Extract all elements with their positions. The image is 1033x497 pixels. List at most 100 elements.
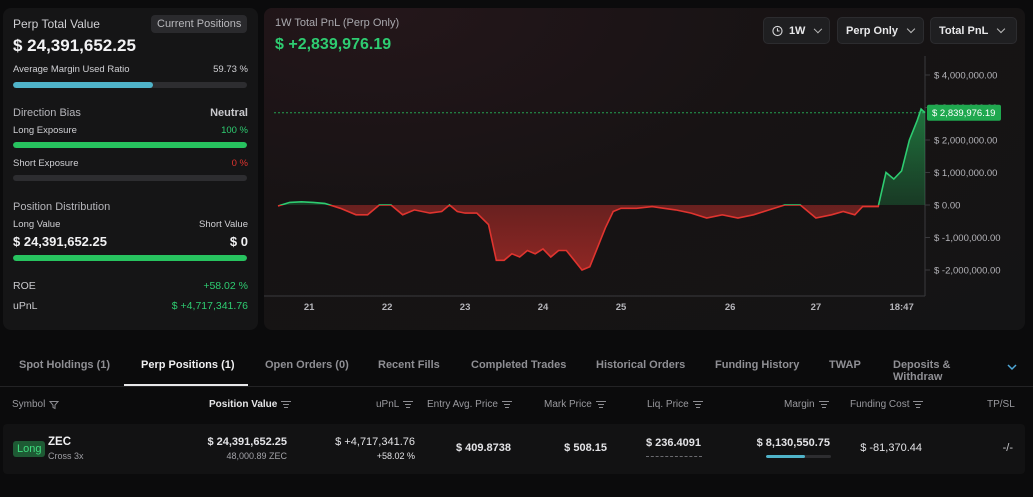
summary-panel: Perp Total Value Current Positions $ 24,… — [3, 8, 258, 330]
short-exposure-bar — [13, 175, 247, 181]
col-tpsl-label: TP/SL — [987, 399, 1015, 410]
pnl-area-negative — [278, 205, 925, 270]
tab-spot-holdings[interactable]: Spot Holdings (1) — [19, 359, 110, 371]
pnl-area-positive — [278, 109, 925, 205]
x-tick-label: 21 — [304, 302, 315, 313]
x-tick-label: 26 — [725, 302, 736, 313]
tab-open-orders[interactable]: Open Orders (0) — [265, 359, 349, 371]
margin-ratio-bar — [13, 82, 247, 88]
tpsl-value[interactable]: -/- — [1003, 442, 1013, 454]
y-tick-label: $ 0.00 — [934, 201, 960, 212]
tab-completed-trades[interactable]: Completed Trades — [471, 359, 566, 371]
margin-bar-fill — [766, 455, 805, 458]
y-tick-label: $ 4,000,000.00 — [934, 71, 997, 82]
row-upnl: $ +4,717,341.76 — [335, 436, 415, 448]
long-value: $ 24,391,652.25 — [13, 234, 107, 249]
y-tick-label: $ -2,000,000.00 — [934, 266, 1001, 277]
x-tick-label: 23 — [460, 302, 471, 313]
position-distribution-bar — [13, 255, 247, 261]
sort-icon — [281, 401, 292, 409]
pnl-line-positive — [278, 107, 926, 205]
entry-price: $ 409.8738 — [455, 442, 511, 454]
short-exposure-label: Short Exposure — [13, 158, 79, 169]
long-distribution-fill — [13, 255, 247, 261]
tab-perp-positions[interactable]: Perp Positions (1) — [141, 359, 235, 371]
side-badge: Long — [13, 441, 46, 457]
col-liq-price[interactable]: Liq. Price — [647, 399, 703, 410]
long-exposure-label: Long Exposure — [13, 125, 77, 136]
direction-bias-label: Direction Bias — [13, 107, 81, 119]
col-position-value-label: Position Value — [209, 399, 278, 410]
perp-total-value-label: Perp Total Value — [13, 17, 100, 31]
mark-price: $ 508.15 — [564, 442, 607, 454]
long-value-label: Long Value — [13, 219, 61, 230]
margin-ratio-value: 59.73 % — [213, 64, 248, 75]
position-value: $ 24,391,652.25 — [207, 436, 287, 448]
col-entry-price[interactable]: Entry Avg. Price — [427, 399, 512, 410]
short-exposure-value: 0 % — [231, 158, 248, 169]
active-tab-indicator — [124, 384, 248, 386]
pnl-line-negative — [277, 205, 880, 271]
roe-label: ROE — [13, 280, 36, 292]
pnl-chart-panel: 1W Total PnL (Perp Only) $ +2,839,976.19… — [264, 8, 1025, 330]
current-positions-button[interactable]: Current Positions — [151, 15, 248, 33]
sort-icon — [692, 401, 703, 409]
col-margin-label: Margin — [784, 399, 815, 410]
long-exposure-value: 100 % — [221, 125, 248, 136]
x-tick-label: 25 — [616, 302, 627, 313]
row-margin: $ 8,130,550.75 — [756, 437, 830, 449]
upnl-label: uPnL — [13, 300, 38, 312]
col-position-value[interactable]: Position Value — [209, 399, 292, 410]
col-funding-cost[interactable]: Funding Cost — [850, 399, 924, 410]
y-tick-label: $ 2,000,000.00 — [934, 136, 997, 147]
chevron-down-icon[interactable] — [1006, 361, 1018, 373]
y-tick-label: $ 1,000,000.00 — [934, 168, 997, 179]
y-tick-label: $ -1,000,000.00 — [934, 233, 1001, 244]
direction-bias-value: Neutral — [210, 107, 248, 119]
col-funding-cost-label: Funding Cost — [850, 399, 910, 410]
pnl-chart[interactable]: $ 4,000,000.00$ 3,000,000.00$ 2,000,000.… — [264, 8, 1025, 330]
x-tick-label: 24 — [538, 302, 549, 313]
tab-deposits-withdraw[interactable]: Deposits & Withdraw — [893, 359, 996, 383]
sort-icon — [595, 401, 606, 409]
col-tpsl: TP/SL — [987, 399, 1015, 410]
tab-recent-fills[interactable]: Recent Fills — [378, 359, 440, 371]
x-tick-label: 18:47 — [889, 302, 913, 313]
filter-icon[interactable] — [49, 400, 60, 410]
funding-cost: $ -81,370.44 — [860, 442, 922, 454]
x-tick-label: 27 — [811, 302, 822, 313]
upnl-value: $ +4,717,341.76 — [171, 300, 248, 312]
perp-total-value: $ 24,391,652.25 — [13, 36, 136, 55]
margin-bar — [766, 455, 831, 458]
col-mark-price[interactable]: Mark Price — [544, 399, 606, 410]
current-value-tag-label: $ 2,839,976.19 — [932, 108, 995, 119]
col-liq-price-label: Liq. Price — [647, 399, 689, 410]
margin-ratio-label: Average Margin Used Ratio — [13, 64, 130, 75]
position-size: 48,000.89 ZEC — [226, 451, 287, 461]
short-value-label: Short Value — [199, 219, 248, 230]
x-tick-label: 22 — [382, 302, 393, 313]
col-upnl[interactable]: uPnL — [376, 399, 414, 410]
sort-icon — [818, 401, 829, 409]
col-symbol[interactable]: Symbol — [12, 399, 60, 410]
col-mark-price-label: Mark Price — [544, 399, 592, 410]
tab-funding-history[interactable]: Funding History — [715, 359, 799, 371]
sort-icon — [501, 401, 512, 409]
symbol-name[interactable]: ZEC — [48, 436, 71, 448]
long-exposure-fill — [13, 142, 247, 148]
short-value: $ 0 — [229, 234, 248, 249]
liq-price: $ 236.4091 — [645, 437, 701, 449]
long-exposure-bar — [13, 142, 247, 148]
col-entry-price-label: Entry Avg. Price — [427, 399, 498, 410]
col-margin[interactable]: Margin — [784, 399, 829, 410]
tab-historical-orders[interactable]: Historical Orders — [596, 359, 685, 371]
tab-twap[interactable]: TWAP — [829, 359, 861, 371]
margin-ratio-fill — [13, 82, 153, 88]
bottom-tab-bar: Spot Holdings (1) Perp Positions (1) Ope… — [0, 344, 1033, 387]
col-upnl-label: uPnL — [376, 399, 400, 410]
row-upnl-pct: +58.02 % — [376, 451, 415, 461]
sort-icon — [403, 401, 414, 409]
leverage-label: Cross 3x — [48, 451, 84, 461]
col-symbol-label: Symbol — [12, 399, 46, 410]
liq-price-underline — [646, 456, 702, 457]
